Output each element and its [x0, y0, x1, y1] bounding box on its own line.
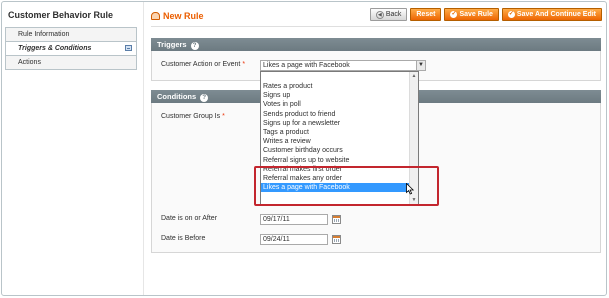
sidebar-tab-actions[interactable]: Actions — [6, 56, 136, 70]
customer-group-label: Customer Group Is * — [161, 113, 225, 120]
calendar-icon[interactable] — [332, 235, 341, 244]
changed-tab-icon — [125, 45, 132, 51]
dropdown-option[interactable]: Votes in poll — [261, 100, 409, 109]
scroll-up-icon[interactable]: ▲ — [410, 72, 418, 80]
back-arrow-icon: ◀ — [375, 10, 384, 19]
sidebar-tab-rule-information[interactable]: Rule Information — [6, 28, 136, 42]
save-rule-button-label: Save Rule — [459, 10, 493, 18]
sidebar-tab-triggers-conditions[interactable]: Triggers & Conditions — [6, 42, 136, 56]
sidebar-tab-label: Actions — [18, 59, 41, 66]
back-button-label: Back — [385, 10, 402, 18]
conditions-heading: Conditions — [157, 92, 197, 101]
triggers-heading: Triggers — [157, 40, 187, 49]
customer-action-select-value: Likes a page with Facebook — [263, 62, 350, 69]
customer-action-select[interactable]: Likes a page with Facebook ▼ — [260, 60, 426, 71]
sidebar-tabs: Rule Information Triggers & Conditions A… — [5, 27, 137, 70]
save-rule-button[interactable]: ✓ Save Rule — [444, 8, 499, 21]
check-icon: ✓ — [450, 11, 458, 18]
dropdown-option[interactable]: Tags a product — [261, 128, 409, 137]
customer-action-label: Customer Action or Event * — [161, 61, 245, 68]
admin-window: Customer Behavior Rule Rule Information … — [1, 1, 607, 296]
dropdown-option[interactable]: Sends product to friend — [261, 110, 409, 119]
calendar-icon[interactable] — [332, 215, 341, 224]
help-icon[interactable]: ? — [200, 94, 209, 102]
sidebar-tab-label: Rule Information — [18, 31, 70, 38]
dropdown-option[interactable]: Signs up — [261, 91, 409, 100]
dropdown-option[interactable]: Rates a product — [261, 82, 409, 91]
mouse-pointer-icon — [406, 183, 414, 195]
dropdown-option[interactable]: Signs up for a newsletter — [261, 119, 409, 128]
dropdown-option[interactable]: Customer birthday occurs — [261, 146, 409, 155]
page-title: New Rule — [151, 11, 204, 21]
save-and-continue-button[interactable]: ✓ Save And Continue Edit — [501, 8, 602, 21]
date-after-label: Date is on or After — [161, 215, 218, 222]
reset-button[interactable]: Reset — [410, 8, 442, 21]
rule-icon — [151, 12, 160, 20]
sidebar: Customer Behavior Rule Rule Information … — [2, 2, 138, 295]
date-before-field[interactable]: 09/24/11 — [260, 234, 328, 245]
reset-button-label: Reset — [416, 10, 436, 18]
check-icon: ✓ — [507, 11, 515, 18]
chevron-down-icon[interactable]: ▼ — [416, 61, 425, 70]
page-title-text: New Rule — [163, 11, 204, 21]
date-after-field[interactable]: 09/17/11 — [260, 214, 328, 225]
back-button[interactable]: ◀ Back — [369, 8, 408, 21]
customer-group-label-text: Customer Group Is — [161, 113, 221, 120]
toolbar: ◀ Back Reset ✓ Save Rule ✓ Save And Cont… — [369, 8, 602, 21]
sidebar-title: Customer Behavior Rule — [8, 10, 114, 20]
customer-action-label-text: Customer Action or Event — [161, 61, 241, 68]
sidebar-divider — [143, 2, 144, 295]
header-divider — [151, 26, 602, 27]
dropdown-option[interactable]: Writes a review — [261, 137, 409, 146]
sidebar-tab-label: Triggers & Conditions — [18, 45, 92, 52]
save-and-continue-button-label: Save And Continue Edit — [516, 10, 596, 18]
required-mark: * — [242, 61, 246, 68]
help-icon[interactable]: ? — [190, 42, 199, 50]
required-mark: * — [222, 113, 225, 120]
triggers-section-header: Triggers? — [151, 38, 601, 51]
date-before-label: Date is Before — [161, 235, 206, 242]
dropdown-option[interactable]: Referral signs up to website — [261, 156, 409, 165]
